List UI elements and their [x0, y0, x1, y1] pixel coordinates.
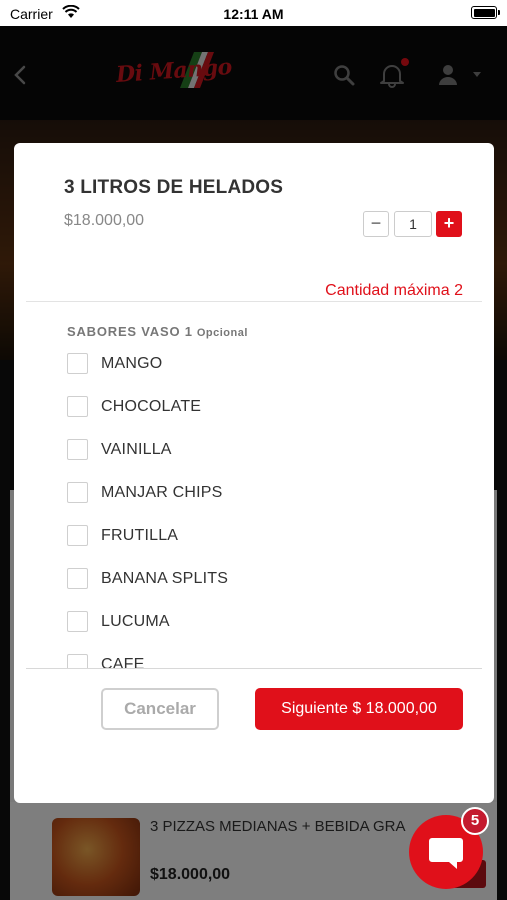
option-label: VAINILLA — [101, 441, 172, 458]
option-item-chocolate[interactable]: CHOCOLATE — [67, 396, 447, 420]
option-label: CAFE — [101, 656, 145, 668]
checkbox[interactable] — [67, 396, 88, 417]
checkbox[interactable] — [67, 611, 88, 632]
option-item-frutilla[interactable]: FRUTILLA — [67, 525, 447, 549]
option-item-lucuma[interactable]: LUCUMA — [67, 611, 447, 635]
modal-price: $18.000,00 — [64, 212, 145, 229]
quantity-increase-button[interactable]: + — [436, 211, 462, 237]
option-label: BANANA SPLITS — [101, 570, 229, 587]
product-options-modal: 3 LITROS DE HELADOS $18.000,00 − 1 + Can… — [14, 143, 494, 803]
option-group-title: SABORES VASO 1 Opcional — [67, 324, 248, 339]
cancel-button[interactable]: Cancelar — [101, 688, 219, 730]
next-button[interactable]: Siguiente $ 18.000,00 — [255, 688, 463, 730]
max-quantity-label: Cantidad máxima 2 — [325, 282, 463, 299]
checkbox[interactable] — [67, 353, 88, 374]
chat-badge: 5 — [461, 807, 489, 835]
options-list[interactable]: SABORES VASO 1 Opcional MANGO CHOCOLATE V… — [14, 302, 494, 668]
quantity-input[interactable]: 1 — [394, 211, 432, 237]
option-label: MANJAR CHIPS — [101, 484, 223, 501]
checkbox[interactable] — [67, 654, 88, 668]
option-label: CHOCOLATE — [101, 398, 202, 415]
clock: 12:11 AM — [223, 6, 284, 22]
checkbox[interactable] — [67, 439, 88, 460]
status-bar: Carrier 12:11 AM — [0, 0, 507, 26]
divider — [26, 668, 482, 669]
option-item-banana-splits[interactable]: BANANA SPLITS — [67, 568, 447, 592]
option-item-manjar-chips[interactable]: MANJAR CHIPS — [67, 482, 447, 506]
checkbox[interactable] — [67, 568, 88, 589]
option-label: LUCUMA — [101, 613, 170, 630]
option-group-name: SABORES VASO 1 — [67, 324, 193, 339]
battery-icon — [471, 6, 500, 19]
quantity-decrease-button[interactable]: − — [363, 211, 389, 237]
checkbox[interactable] — [67, 482, 88, 503]
option-item-mango[interactable]: MANGO — [67, 353, 447, 377]
chat-icon — [429, 838, 463, 869]
option-item-cafe[interactable]: CAFE — [67, 654, 447, 668]
option-label: MANGO — [101, 355, 163, 372]
option-label: FRUTILLA — [101, 527, 179, 544]
optional-label: Opcional — [196, 327, 248, 339]
modal-title: 3 LITROS DE HELADOS — [64, 177, 284, 198]
option-item-vainilla[interactable]: VAINILLA — [67, 439, 447, 463]
checkbox[interactable] — [67, 525, 88, 546]
